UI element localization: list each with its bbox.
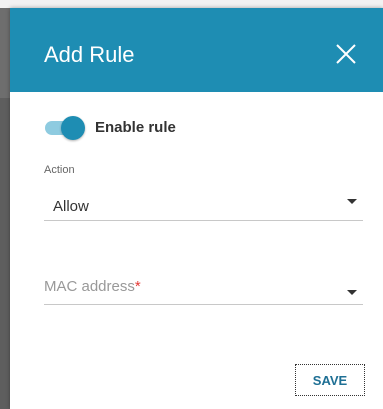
action-select[interactable]: Allow [44, 182, 363, 221]
backdrop-top [0, 0, 383, 8]
mac-address-placeholder-text: MAC address [44, 278, 135, 295]
toggle-knob [61, 116, 85, 140]
dialog-title: Add Rule [44, 42, 135, 67]
save-button[interactable]: SAVE [295, 364, 365, 396]
action-label: Action [44, 164, 75, 176]
chevron-down-icon [347, 199, 357, 204]
mac-address-select[interactable]: MAC address* [44, 266, 363, 305]
add-rule-dialog: Add Rule Enable rule Action Allow MAC ad… [10, 8, 383, 409]
chevron-down-icon [347, 290, 357, 295]
action-select-value: Allow [53, 198, 89, 215]
mac-address-placeholder: MAC address* [44, 278, 141, 295]
dialog-header: Add Rule [10, 8, 383, 92]
backdrop-overlay-inner [0, 98, 10, 409]
enable-rule-label: Enable rule [95, 119, 176, 136]
backdrop-overlay [0, 8, 10, 409]
close-icon[interactable] [335, 43, 357, 65]
enable-rule-toggle[interactable] [45, 116, 85, 140]
required-mark: * [134, 278, 141, 295]
